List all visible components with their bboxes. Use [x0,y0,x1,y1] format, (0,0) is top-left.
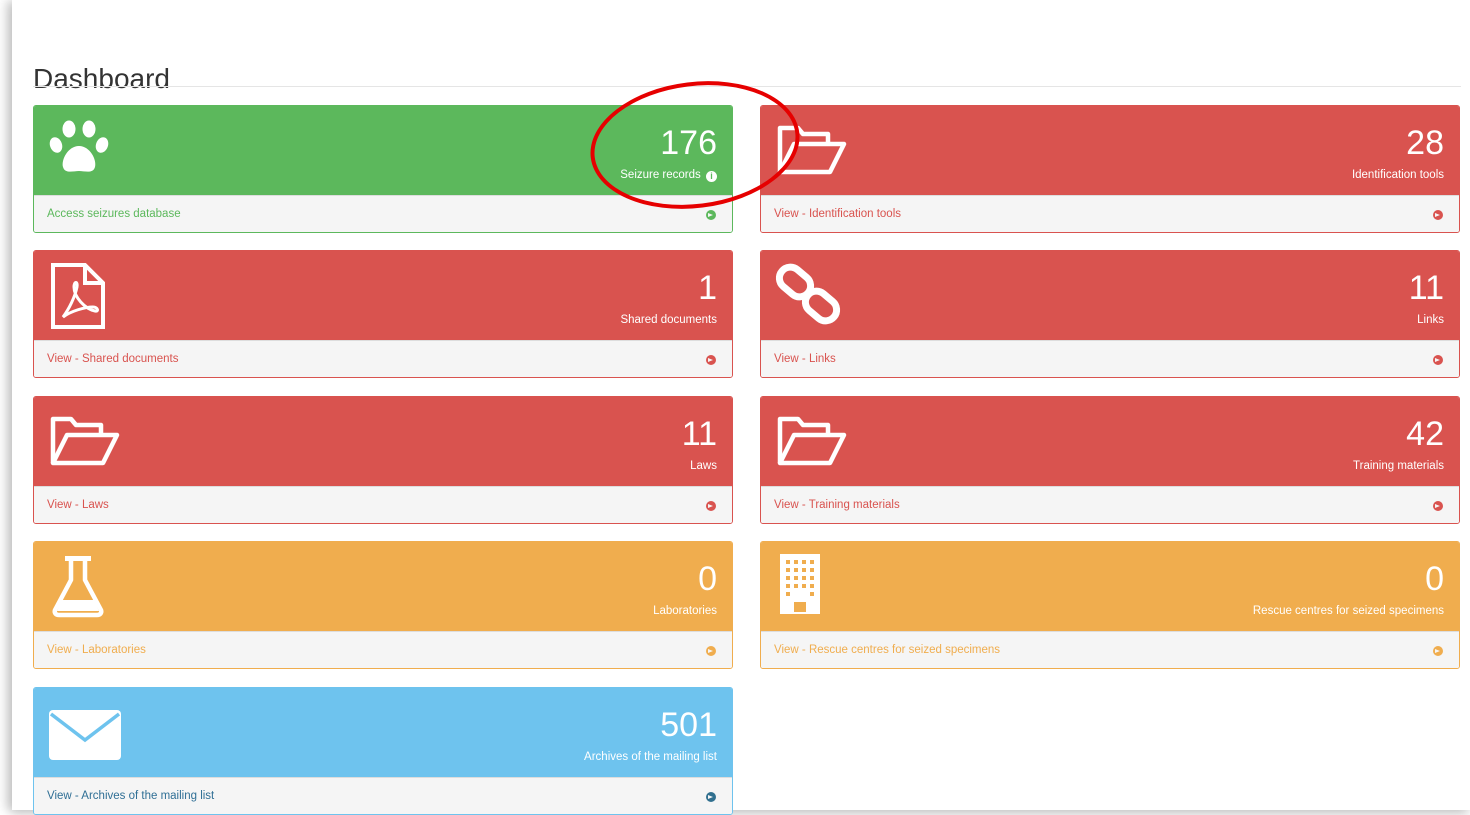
card-header: 42 Training materials [761,397,1459,486]
laws-label: Laws [690,460,717,472]
card-header: 11 Laws [34,397,732,486]
arrow-circle-right-icon [706,646,716,656]
training-materials-link-text: View - Training materials [774,499,900,511]
laws-link[interactable]: View - Laws [34,486,732,523]
flask-icon [52,556,104,618]
seizure-records-count: 176 [660,124,717,162]
card-header: 28 Identification tools [761,106,1459,195]
identification-tools-label: Identification tools [1351,169,1444,181]
card-mailing-list-archives: 501 Archives of the mailing list View - … [33,687,733,815]
rescue-centres-label: Rescue centres for seized specimens [1252,605,1444,617]
shared-documents-count: 1 [698,269,717,307]
training-materials-link[interactable]: View - Training materials [761,486,1459,523]
folder-open-icon [777,416,847,466]
arrow-circle-right-icon [706,355,716,365]
laboratories-label: Laboratories [653,605,717,617]
arrow-circle-right-icon [706,210,716,220]
links-count: 11 [1408,269,1444,307]
paw-icon [49,120,109,172]
card-header: 176 Seizure records i [34,106,732,195]
rescue-centres-link-text: View - Rescue centres for seized specime… [774,644,1001,656]
arrow-circle-right-icon [1433,646,1443,656]
page-title: Dashboard [33,62,170,94]
building-icon [780,554,820,614]
card-rescue-centres: 0 Rescue centres for seized specimens Vi… [760,541,1460,669]
shared-documents-link-text: View - Shared documents [47,353,179,365]
title-divider [33,86,1461,87]
card-header: 11 Links [761,251,1459,340]
training-materials-count: 42 [1406,415,1444,453]
card-header: 1 Shared documents [34,251,732,340]
info-icon[interactable]: i [706,171,717,182]
seizure-records-label: Seizure records [620,169,701,181]
shared-documents-label: Shared documents [620,314,717,326]
arrow-circle-right-icon [706,792,716,802]
mailing-list-label: Archives of the mailing list [584,751,717,763]
laboratories-link[interactable]: View - Laboratories [34,631,732,668]
mailing-list-link[interactable]: View - Archives of the mailing list [34,777,732,814]
identification-tools-count: 28 [1406,124,1444,162]
links-link-text: View - Links [774,353,836,365]
mailing-list-count: 501 [660,706,717,744]
seizures-link-text: Access seizures database [47,208,181,220]
links-label: Links [1417,314,1444,326]
identification-tools-link[interactable]: View - Identification tools [761,195,1459,232]
rescue-centres-link[interactable]: View - Rescue centres for seized specime… [761,631,1459,668]
links-link[interactable]: View - Links [761,340,1459,377]
seizures-database-link[interactable]: Access seizures database [34,195,732,232]
card-shared-documents: 1 Shared documents View - Shared documen… [33,250,733,378]
seizure-records-label-row: Seizure records i [620,169,717,182]
card-header: 0 Rescue centres for seized specimens [761,542,1459,631]
card-seizure-records: 176 Seizure records i Access seizures da… [33,105,733,233]
laboratories-count: 0 [698,560,717,598]
card-laws: 11 Laws View - Laws [33,396,733,524]
card-links: 11 Links View - Links [760,250,1460,378]
folder-open-icon [777,125,847,175]
card-training-materials: 42 Training materials View - Training ma… [760,396,1460,524]
card-identification-tools: 28 Identification tools View - Identific… [760,105,1460,233]
training-materials-label: Training materials [1353,460,1444,472]
envelope-icon [49,710,121,760]
card-header: 0 Laboratories [34,542,732,631]
card-header: 501 Archives of the mailing list [34,688,732,777]
arrow-circle-right-icon [1433,501,1443,511]
arrow-circle-right-icon [1433,210,1443,220]
rescue-centres-count: 0 [1425,560,1444,598]
pdf-file-icon [51,263,105,329]
mailing-list-link-text: View - Archives of the mailing list [47,790,215,802]
shared-documents-link[interactable]: View - Shared documents [34,340,732,377]
arrow-circle-right-icon [706,501,716,511]
card-laboratories: 0 Laboratories View - Laboratories [33,541,733,669]
laws-link-text: View - Laws [47,499,109,511]
folder-open-icon [50,416,120,466]
identification-tools-link-text: View - Identification tools [774,208,901,220]
laws-count: 11 [681,415,717,453]
chain-link-icon [775,263,841,325]
arrow-circle-right-icon [1433,355,1443,365]
laboratories-link-text: View - Laboratories [47,644,146,656]
